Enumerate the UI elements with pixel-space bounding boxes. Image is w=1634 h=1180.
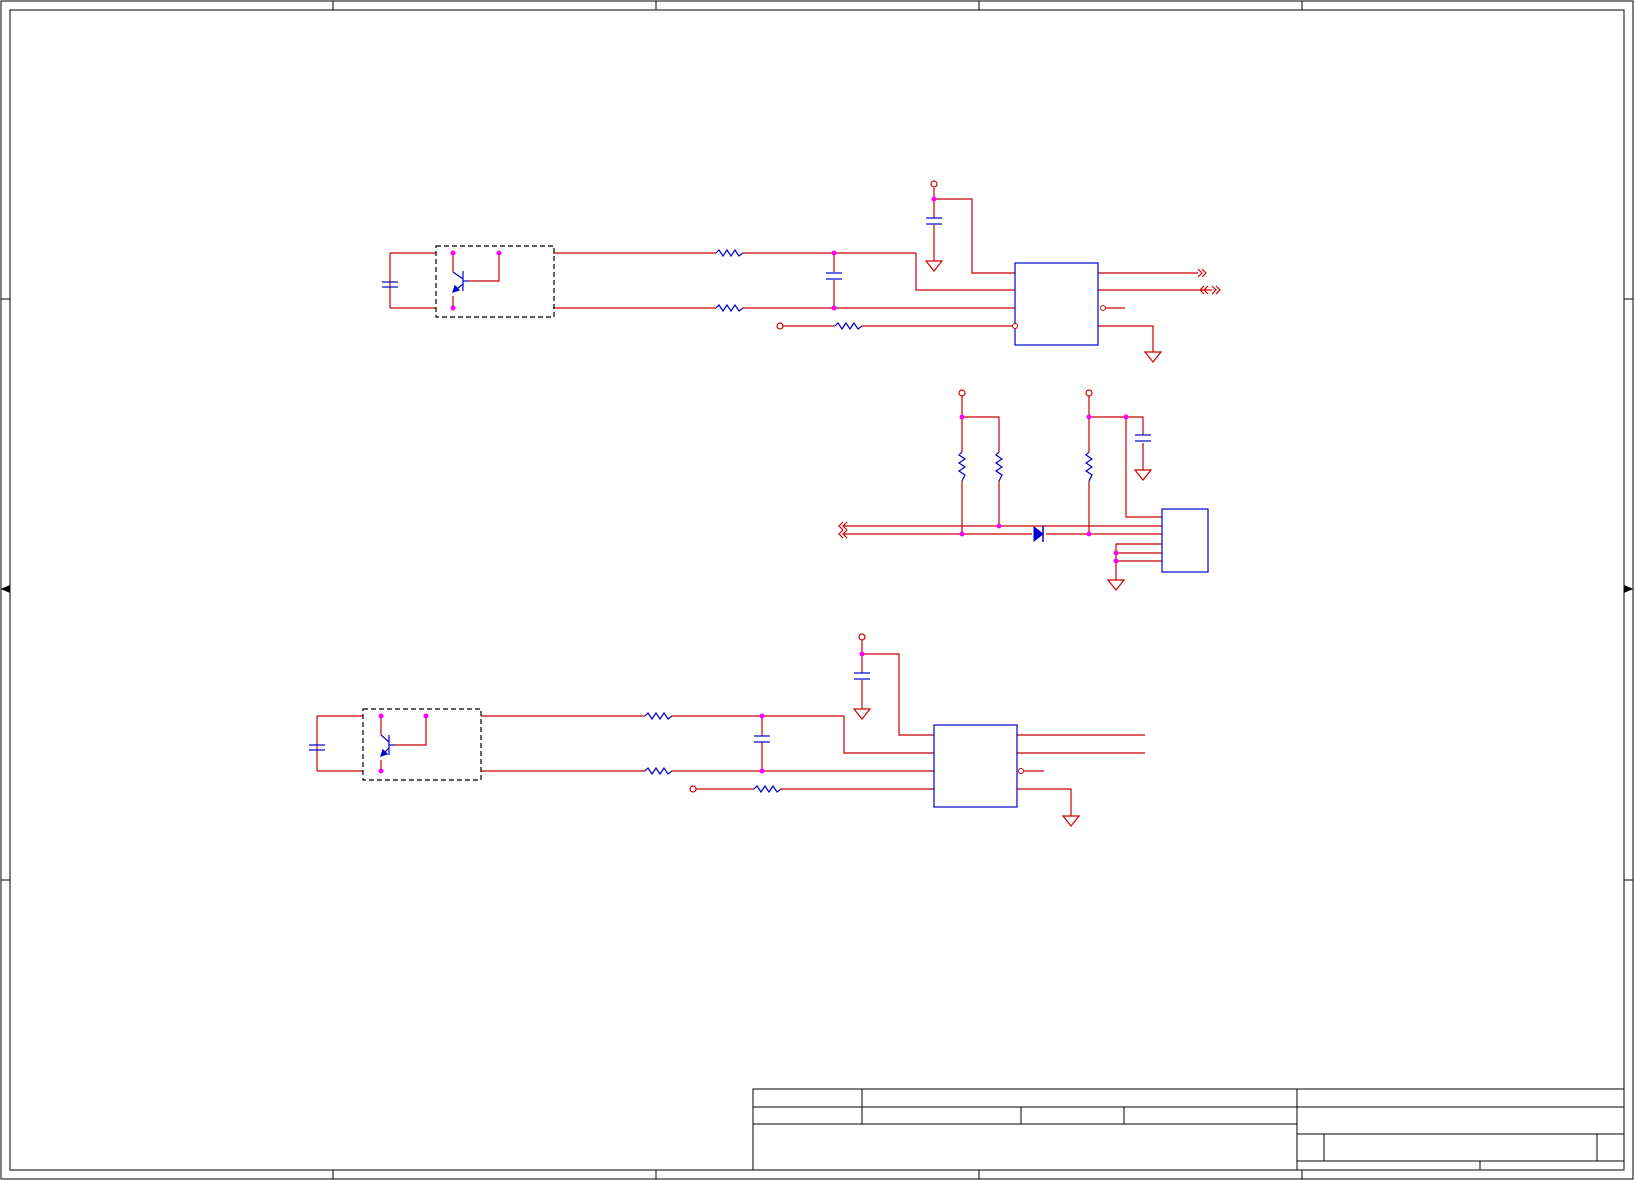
schematic-canvas <box>0 0 1634 1180</box>
upper-ic-pin-marker <box>1012 323 1018 329</box>
lower-ic-pin-bubble <box>1018 768 1024 774</box>
upper-vcc-port-icon <box>930 180 938 188</box>
upper-ic-pin-bubble <box>1100 305 1106 311</box>
sheet-background <box>0 0 1634 1180</box>
middle-vcc-port-icon-1 <box>958 389 966 397</box>
lower-vcc-port-icon <box>858 633 866 641</box>
middle-vcc-port-icon-2 <box>1085 389 1093 397</box>
upper-input-port-icon <box>776 322 784 330</box>
lower-input-port-icon <box>689 785 697 793</box>
